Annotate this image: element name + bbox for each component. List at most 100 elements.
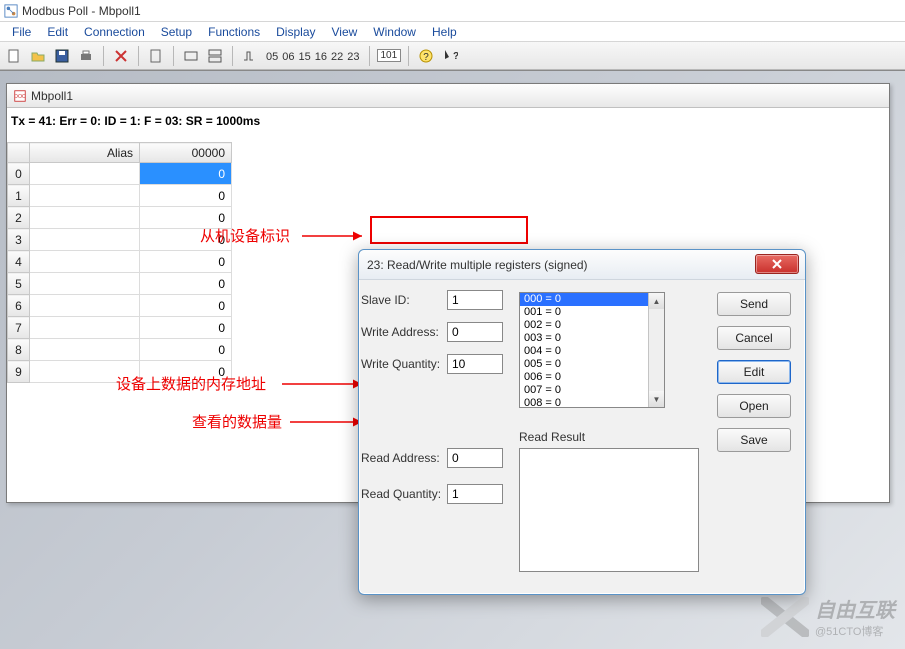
column-value[interactable]: 00000 (140, 143, 232, 163)
value-cell[interactable]: 0 (140, 273, 232, 295)
alias-cell[interactable] (30, 317, 140, 339)
row-header[interactable]: 3 (8, 229, 30, 251)
register-list-item[interactable]: 000 = 0 (520, 293, 664, 306)
menu-view[interactable]: View (324, 23, 366, 41)
register-list[interactable]: 000 = 0001 = 0002 = 0003 = 0004 = 0005 =… (519, 292, 665, 408)
rw-registers-dialog: 23: Read/Write multiple registers (signe… (358, 249, 806, 595)
register-list-item[interactable]: 001 = 0 (520, 306, 664, 319)
read-result-box[interactable] (519, 448, 699, 572)
row-header[interactable]: 4 (8, 251, 30, 273)
annotation-slave-id: 从机设备标识 (200, 225, 290, 246)
row-header[interactable]: 6 (8, 295, 30, 317)
svg-text:?: ? (423, 52, 429, 63)
whatsthis-icon[interactable]: ? (440, 46, 460, 66)
pulse-icon[interactable] (240, 46, 260, 66)
value-cell[interactable]: 0 (140, 295, 232, 317)
save-icon[interactable] (52, 46, 72, 66)
register-list-item[interactable]: 003 = 0 (520, 332, 664, 345)
toolbar-fn-06[interactable]: 06 (280, 51, 296, 63)
menu-connection[interactable]: Connection (76, 23, 153, 41)
alias-cell[interactable] (30, 295, 140, 317)
scroll-up-icon[interactable]: ▲ (649, 293, 664, 309)
alias-cell[interactable] (30, 163, 140, 185)
read-quantity-input[interactable] (447, 484, 503, 504)
row-header[interactable]: 0 (8, 163, 30, 185)
register-list-scrollbar[interactable]: ▲ ▼ (648, 293, 664, 407)
write-address-input[interactable] (447, 322, 503, 342)
value-cell[interactable]: 0 (140, 251, 232, 273)
register-list-item[interactable]: 004 = 0 (520, 345, 664, 358)
toolbar-fn-16[interactable]: 16 (313, 51, 329, 63)
value-cell[interactable]: 0 (140, 163, 232, 185)
value-cell[interactable]: 0 (140, 185, 232, 207)
toolbar-fn-23[interactable]: 23 (345, 51, 361, 63)
alias-cell[interactable] (30, 339, 140, 361)
register-list-item[interactable]: 002 = 0 (520, 319, 664, 332)
save-button[interactable]: Save (717, 428, 791, 452)
label-write-addr: Write Address: (361, 325, 447, 339)
row-header[interactable]: 8 (8, 339, 30, 361)
alias-cell[interactable] (30, 185, 140, 207)
register-list-item[interactable]: 007 = 0 (520, 384, 664, 397)
close-button[interactable] (755, 254, 799, 274)
scroll-down-icon[interactable]: ▼ (649, 391, 664, 407)
column-alias[interactable]: Alias (30, 143, 140, 163)
alias-cell[interactable] (30, 229, 140, 251)
value-cell[interactable]: 0 (140, 317, 232, 339)
dialog-title: 23: Read/Write multiple registers (signe… (367, 258, 588, 272)
toolbar-box[interactable]: 101 (377, 49, 402, 62)
document-title: Mbpoll1 (31, 89, 73, 103)
menu-display[interactable]: Display (268, 23, 323, 41)
menu-file[interactable]: File (4, 23, 39, 41)
alias-cell[interactable] (30, 207, 140, 229)
annotation-read-qty: 查看的数据量 (192, 411, 282, 432)
edit-button[interactable]: Edit (717, 360, 791, 384)
menu-window[interactable]: Window (365, 23, 424, 41)
read-address-input[interactable] (447, 448, 503, 468)
app-title: Modbus Poll - Mbpoll1 (22, 4, 141, 18)
svg-text:DOC: DOC (14, 93, 26, 99)
row-header[interactable]: 9 (8, 361, 30, 383)
layout2-icon[interactable] (205, 46, 225, 66)
send-button[interactable]: Send (717, 292, 791, 316)
watermark: 自由互联 @51CTO博客 (761, 594, 895, 639)
doc-icon[interactable] (146, 46, 166, 66)
menu-setup[interactable]: Setup (153, 23, 200, 41)
register-list-item[interactable]: 005 = 0 (520, 358, 664, 371)
open-icon[interactable] (28, 46, 48, 66)
delete-icon[interactable] (111, 46, 131, 66)
print-icon[interactable] (76, 46, 96, 66)
mdi-area: DOC Mbpoll1 Tx = 41: Err = 0: ID = 1: F … (0, 70, 905, 649)
alias-cell[interactable] (30, 273, 140, 295)
menu-functions[interactable]: Functions (200, 23, 268, 41)
row-header[interactable]: 5 (8, 273, 30, 295)
toolbar-fn-05[interactable]: 05 (264, 51, 280, 63)
register-list-item[interactable]: 008 = 0 (520, 397, 664, 408)
alias-cell[interactable] (30, 251, 140, 273)
open-button[interactable]: Open (717, 394, 791, 418)
toolbar-fn-22[interactable]: 22 (329, 51, 345, 63)
register-list-item[interactable]: 006 = 0 (520, 371, 664, 384)
value-cell[interactable]: 0 (140, 339, 232, 361)
layout1-icon[interactable] (181, 46, 201, 66)
watermark-sub: @51CTO博客 (815, 623, 895, 639)
label-read-result: Read Result (519, 430, 585, 444)
slave-id-input[interactable] (447, 290, 503, 310)
row-header[interactable]: 2 (8, 207, 30, 229)
help-icon[interactable]: ? (416, 46, 436, 66)
new-icon[interactable] (4, 46, 24, 66)
cancel-button[interactable]: Cancel (717, 326, 791, 350)
document-titlebar[interactable]: DOC Mbpoll1 (7, 84, 889, 108)
row-header[interactable]: 1 (8, 185, 30, 207)
status-line: Tx = 41: Err = 0: ID = 1: F = 03: SR = 1… (7, 108, 889, 134)
toolbar-fn-15[interactable]: 15 (297, 51, 313, 63)
close-icon (771, 259, 783, 269)
row-header[interactable]: 7 (8, 317, 30, 339)
dialog-titlebar[interactable]: 23: Read/Write multiple registers (signe… (359, 250, 805, 280)
menu-edit[interactable]: Edit (39, 23, 76, 41)
register-grid: Alias 00000 00102030405060708090 (7, 142, 232, 383)
grid-corner[interactable] (8, 143, 30, 163)
menu-help[interactable]: Help (424, 23, 465, 41)
label-read-addr: Read Address: (361, 451, 447, 465)
write-quantity-input[interactable] (447, 354, 503, 374)
